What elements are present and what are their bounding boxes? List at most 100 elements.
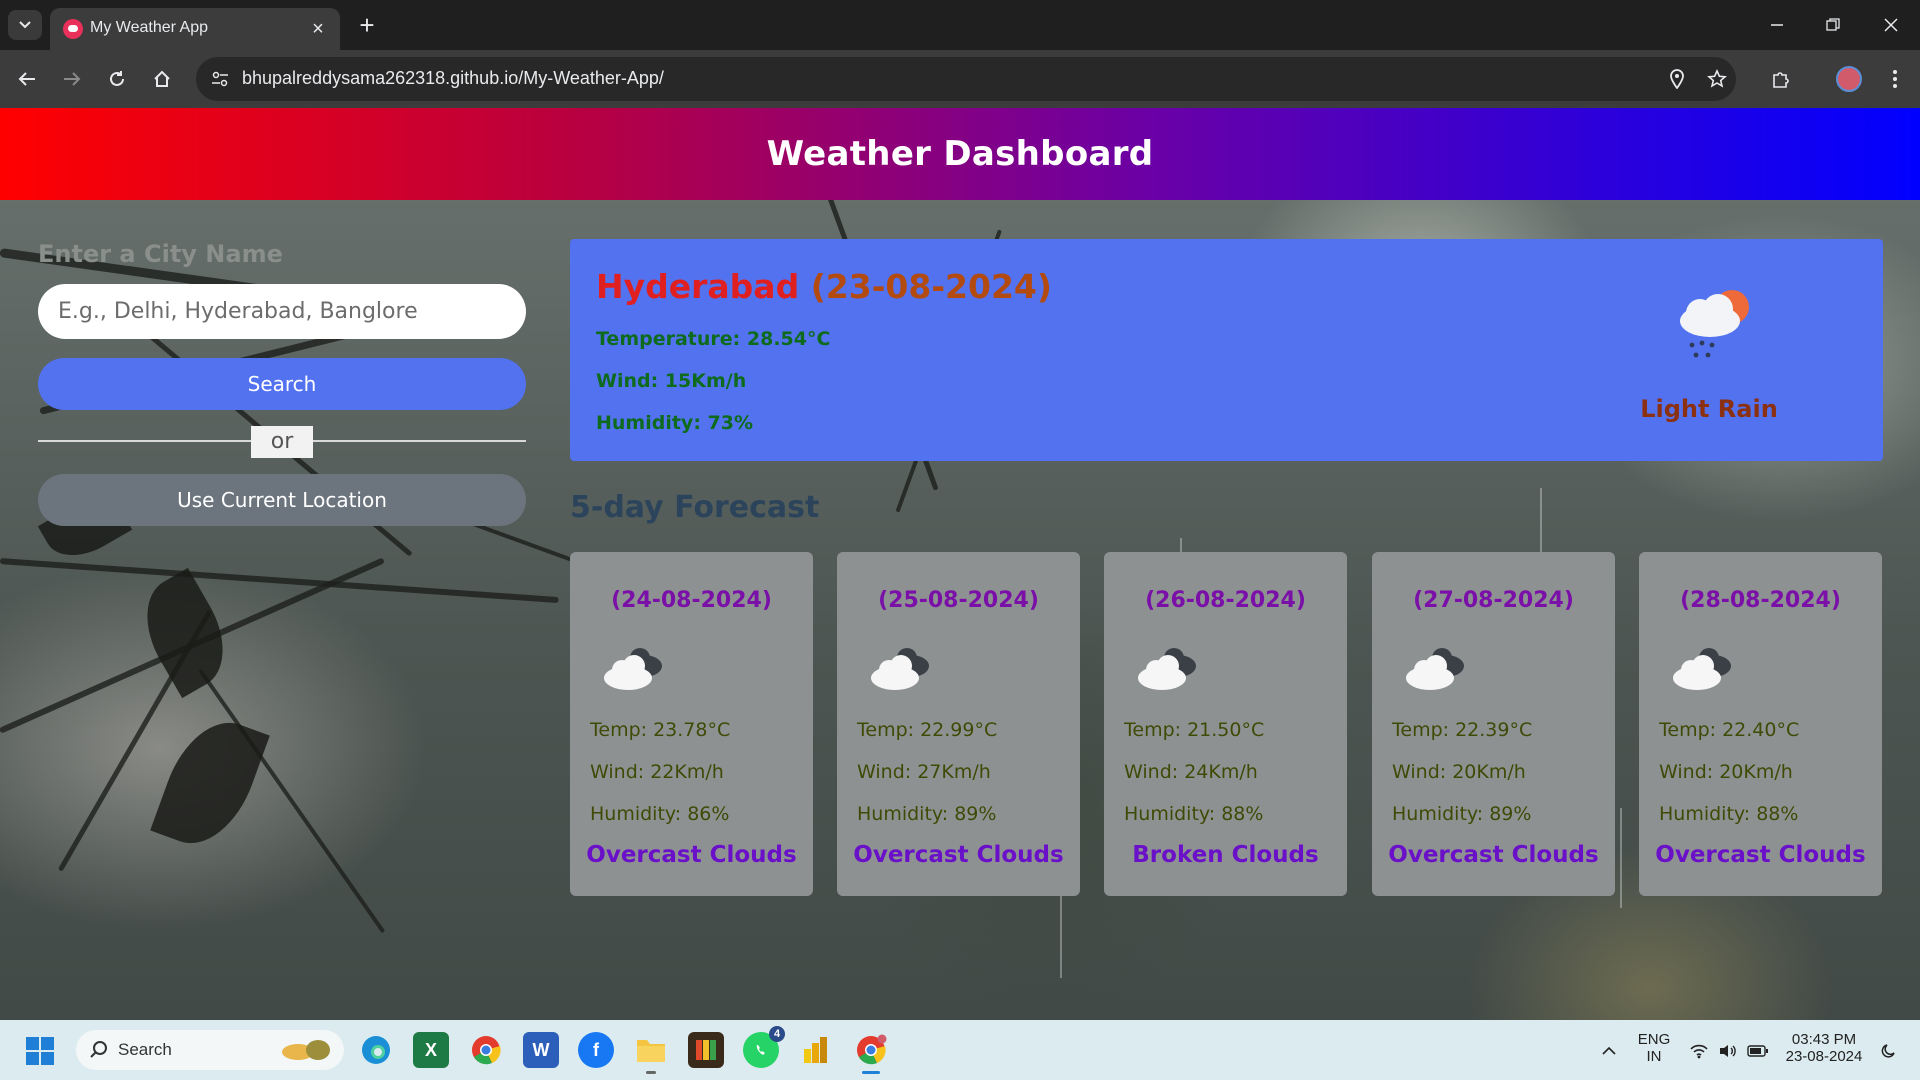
forecast-description: Overcast Clouds — [586, 842, 797, 868]
location-pin-icon[interactable] — [1663, 65, 1691, 93]
current-city-heading: Hyderabad (23-08-2024) — [596, 267, 1052, 306]
forecast-temp: Temp: 23.78°C — [590, 719, 731, 741]
taskbar-search-label: Search — [118, 1040, 172, 1059]
forecast-humidity: Humidity: 89% — [1392, 803, 1532, 825]
whatsapp-notification-badge: 4 — [769, 1026, 785, 1042]
forecast-card: (26-08-2024) Temp: 21.50°C Wind: 24Km/h … — [1104, 552, 1347, 896]
profile-avatar[interactable] — [1836, 66, 1862, 92]
volume-icon[interactable] — [1717, 1040, 1739, 1062]
chrome-active-icon[interactable] — [853, 1032, 889, 1074]
forecast-date: (27-08-2024) — [1413, 588, 1574, 613]
taskbar-search-box[interactable]: Search — [76, 1030, 344, 1070]
notification-bell-icon[interactable] — [1878, 1040, 1900, 1062]
overcast-clouds-icon — [871, 648, 929, 690]
bookmark-star-icon[interactable] — [1703, 65, 1731, 93]
windows-start-icon[interactable] — [26, 1037, 54, 1065]
active-indicator — [862, 1071, 880, 1074]
extensions-puzzle-icon[interactable] — [1766, 64, 1796, 94]
rain-cloud-sun-icon — [1680, 290, 1749, 358]
dashboard-header: Weather Dashboard — [0, 108, 1920, 200]
forecast-description: Broken Clouds — [1132, 842, 1319, 868]
forecast-heading: 5-day Forecast — [570, 490, 820, 525]
forecast-humidity: Humidity: 88% — [1659, 803, 1799, 825]
restore-icon[interactable] — [1818, 10, 1848, 40]
browser-menu-icon[interactable] — [1880, 64, 1910, 94]
or-separator: or — [251, 426, 313, 458]
chevron-down-icon — [19, 21, 31, 29]
taskbar: Search X W f 4 ENG IN 03:43 PM 23-08-202… — [0, 1020, 1920, 1080]
forecast-temp: Temp: 22.99°C — [857, 719, 998, 741]
forecast-humidity: Humidity: 89% — [857, 803, 997, 825]
city-name: Hyderabad — [596, 267, 800, 306]
use-current-location-button[interactable]: Use Current Location — [38, 474, 526, 526]
reload-icon[interactable] — [102, 64, 132, 94]
forecast-card: (27-08-2024) Temp: 22.39°C Wind: 20Km/h … — [1372, 552, 1615, 896]
browser-tab-bar: My Weather App × + — [0, 0, 1920, 50]
forecast-date: (26-08-2024) — [1145, 588, 1306, 613]
overcast-clouds-icon — [604, 648, 662, 690]
minimize-icon[interactable] — [1762, 10, 1792, 40]
city-search-input[interactable] — [38, 284, 526, 339]
browser-toolbar: bhupalreddysama262318.github.io/My-Weath… — [0, 50, 1920, 108]
forecast-temp: Temp: 22.39°C — [1392, 719, 1533, 741]
forecast-humidity: Humidity: 88% — [1124, 803, 1264, 825]
site-info-icon[interactable] — [206, 65, 234, 93]
forecast-date: (28-08-2024) — [1680, 588, 1841, 613]
current-humidity: Humidity: 73% — [596, 412, 754, 434]
wifi-icon[interactable] — [1688, 1040, 1710, 1062]
chrome-icon[interactable] — [468, 1032, 504, 1068]
forecast-description: Overcast Clouds — [853, 842, 1064, 868]
overcast-clouds-icon — [1673, 648, 1731, 690]
address-bar[interactable]: bhupalreddysama262318.github.io/My-Weath… — [196, 57, 1736, 101]
forecast-description: Overcast Clouds — [1388, 842, 1599, 868]
back-arrow-icon[interactable] — [12, 64, 42, 94]
clock-date: 23-08-2024 — [1785, 1048, 1863, 1065]
chevron-up-icon[interactable] — [1598, 1040, 1620, 1062]
whatsapp-icon[interactable]: 4 — [743, 1026, 785, 1068]
tab-title: My Weather App — [90, 19, 208, 36]
forecast-temp: Temp: 22.40°C — [1659, 719, 1800, 741]
language-indicator[interactable]: ENG IN — [1634, 1031, 1674, 1065]
excel-icon[interactable]: X — [413, 1032, 449, 1068]
forecast-wind: Wind: 24Km/h — [1124, 761, 1258, 783]
facebook-icon[interactable]: f — [578, 1032, 614, 1068]
forecast-date: (24-08-2024) — [611, 588, 772, 613]
power-bi-icon[interactable] — [798, 1032, 834, 1068]
search-button[interactable]: Search — [38, 358, 526, 410]
current-weather-description: Light Rain — [1640, 395, 1778, 423]
forecast-wind: Wind: 27Km/h — [857, 761, 991, 783]
forecast-wind: Wind: 22Km/h — [590, 761, 724, 783]
new-tab-button[interactable]: + — [352, 10, 382, 40]
clock-time: 03:43 PM — [1791, 1031, 1857, 1048]
file-explorer-icon[interactable] — [633, 1032, 669, 1074]
web-page: Weather Dashboard Enter a City Name Sear… — [0, 108, 1920, 1020]
forecast-description: Overcast Clouds — [1655, 842, 1866, 868]
edge-icon[interactable] — [358, 1032, 394, 1068]
forecast-wind: Wind: 20Km/h — [1659, 761, 1793, 783]
current-temperature: Temperature: 28.54°C — [596, 328, 831, 350]
close-window-icon[interactable] — [1876, 10, 1906, 40]
forecast-wind: Wind: 20Km/h — [1392, 761, 1526, 783]
url-text[interactable]: bhupalreddysama262318.github.io/My-Weath… — [242, 68, 664, 89]
forecast-temp: Temp: 21.50°C — [1124, 719, 1265, 741]
forward-arrow-icon[interactable] — [57, 64, 87, 94]
region-code: IN — [1646, 1048, 1662, 1065]
browser-tab[interactable]: My Weather App × — [50, 8, 340, 50]
home-icon[interactable] — [147, 64, 177, 94]
language-code: ENG — [1637, 1031, 1671, 1048]
forecast-card: (28-08-2024) Temp: 22.40°C Wind: 20Km/h … — [1639, 552, 1882, 896]
word-icon[interactable]: W — [523, 1032, 559, 1068]
tab-search-button[interactable] — [8, 10, 42, 40]
close-tab-icon[interactable]: × — [306, 17, 330, 41]
forecast-date: (25-08-2024) — [878, 588, 1039, 613]
forecast-humidity: Humidity: 86% — [590, 803, 730, 825]
photos-app-icon[interactable] — [688, 1032, 724, 1068]
search-icon — [90, 1041, 107, 1058]
current-date: (23-08-2024) — [810, 267, 1052, 306]
broken-clouds-icon — [1138, 648, 1196, 690]
current-weather-card: Hyderabad (23-08-2024) Temperature: 28.5… — [570, 239, 1883, 461]
battery-icon[interactable] — [1747, 1040, 1769, 1062]
search-highlight-art-icon — [282, 1040, 330, 1060]
clock[interactable]: 03:43 PM 23-08-2024 — [1776, 1031, 1872, 1065]
forecast-card: (24-08-2024) Temp: 23.78°C Wind: 22Km/h … — [570, 552, 813, 896]
